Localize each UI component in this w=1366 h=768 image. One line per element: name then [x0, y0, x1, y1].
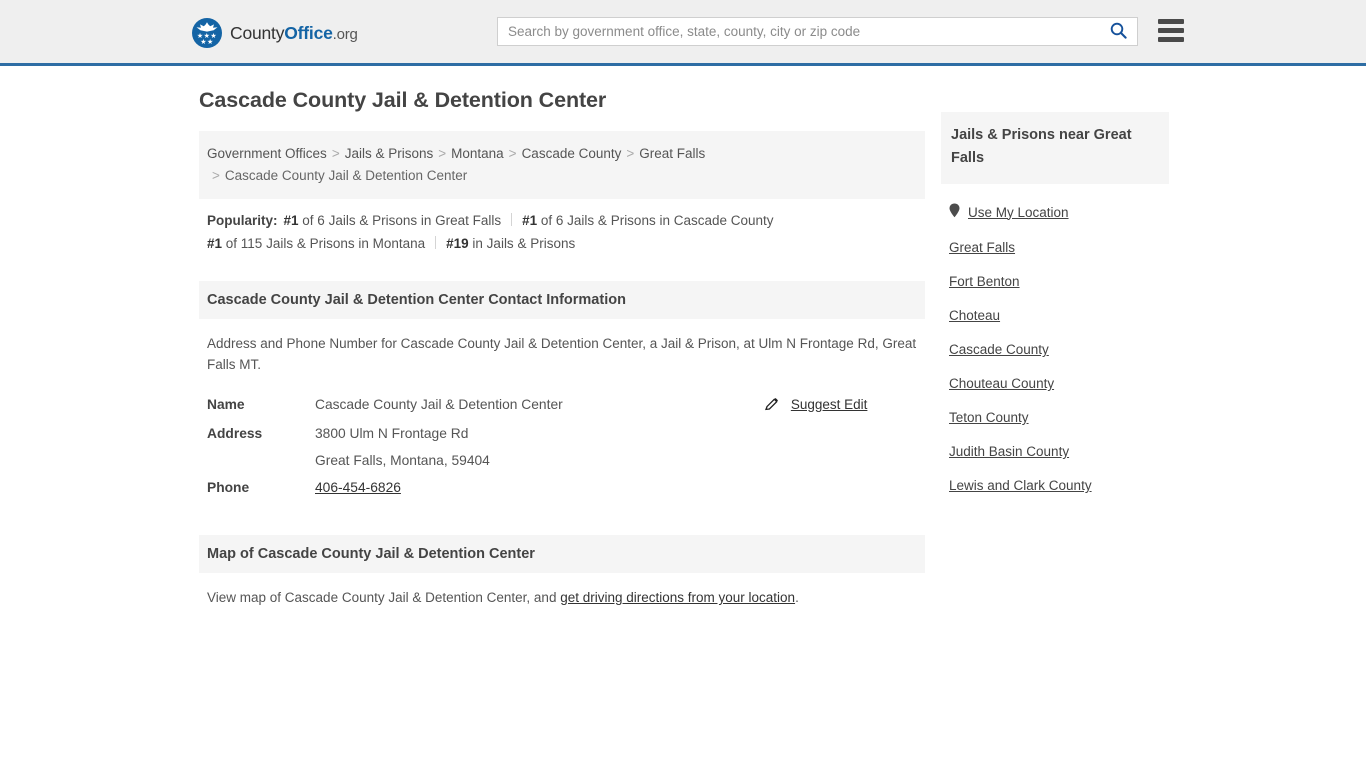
breadcrumb-item-0[interactable]: Government Offices	[207, 146, 327, 161]
use-my-location-row[interactable]: Use My Location	[949, 203, 1159, 222]
detail-value-address-line1: 3800 Ulm N Frontage Rd	[315, 426, 469, 441]
popularity-rank-1: #1	[522, 213, 538, 228]
search-button[interactable]	[1099, 18, 1137, 45]
hamburger-bar-2	[1158, 28, 1184, 33]
map-description: View map of Cascade County Jail & Detent…	[199, 573, 925, 618]
detail-label-phone: Phone	[207, 480, 250, 495]
popularity-item-0: #1 of 6 Jails & Prisons in Great Falls	[284, 213, 502, 228]
contact-description: Address and Phone Number for Cascade Cou…	[207, 336, 917, 372]
search-icon	[1110, 22, 1127, 42]
empty-cell	[765, 420, 925, 447]
breadcrumb-separator: >	[438, 146, 447, 161]
page-title: Cascade County Jail & Detention Center	[199, 88, 607, 112]
sidebar-item-cascade-county[interactable]: Cascade County	[949, 342, 1049, 357]
breadcrumb-separator: >	[212, 168, 220, 183]
breadcrumb-item-1[interactable]: Jails & Prisons	[345, 146, 434, 161]
sidebar-heading: Jails & Prisons near Great Falls	[941, 112, 1169, 184]
detail-value-phone: 406-454-6826	[307, 474, 765, 501]
popularity-rank-0: #1	[283, 213, 299, 228]
popularity-text-2: of 115 Jails & Prisons in Montana	[222, 236, 426, 251]
list-item: Use My Location	[941, 194, 1169, 231]
detail-label-address: Address	[207, 426, 263, 441]
popularity-rank-2: #1	[207, 236, 223, 251]
detail-label-name: Name	[207, 397, 245, 412]
popularity-label: Popularity:	[207, 213, 278, 228]
suggest-edit-cell: Suggest Edit	[765, 391, 925, 420]
list-item: Teton County	[941, 401, 1169, 435]
detail-label-empty	[199, 447, 307, 474]
table-row: Address 3800 Ulm N Frontage Rd	[199, 420, 925, 447]
popularity-text-0: of 6 Jails & Prisons in Great Falls	[298, 213, 502, 228]
breadcrumb-item-2[interactable]: Montana	[451, 146, 504, 161]
logo-text-county: County	[230, 22, 285, 43]
breadcrumb-item-4[interactable]: Great Falls	[639, 146, 705, 161]
list-item: Fort Benton	[941, 265, 1169, 299]
hamburger-menu-icon[interactable]	[1158, 19, 1184, 42]
page-body: Cascade County Jail & Detention Center G…	[0, 66, 1366, 605]
hamburger-bar-1	[1158, 19, 1184, 24]
list-item: Chouteau County	[941, 367, 1169, 401]
contact-details-table: Name Cascade County Jail & Detention Cen…	[199, 391, 925, 501]
site-header: ★★★ ★★ CountyOffice.org	[0, 0, 1366, 66]
popularity-rank-3: #19	[446, 236, 469, 251]
map-pin-icon	[949, 203, 960, 222]
map-description-prefix: View map of Cascade County Jail & Detent…	[207, 590, 561, 605]
contact-section-heading: Cascade County Jail & Detention Center C…	[199, 281, 925, 319]
list-item: Choteau	[941, 299, 1169, 333]
driving-directions-link[interactable]: get driving directions from your locatio…	[560, 590, 795, 605]
sidebar-item-fort-benton[interactable]: Fort Benton	[949, 274, 1020, 289]
logo-text: CountyOffice.org	[230, 23, 358, 44]
popularity-divider	[511, 213, 513, 226]
site-logo[interactable]: ★★★ ★★ CountyOffice.org	[192, 18, 358, 48]
breadcrumb-separator: >	[508, 146, 517, 161]
suggest-edit-link[interactable]: Suggest Edit	[791, 397, 868, 412]
list-item: Cascade County	[941, 333, 1169, 367]
sidebar-item-lewis-and-clark-county[interactable]: Lewis and Clark County	[949, 478, 1092, 493]
logo-text-office: Office	[284, 22, 333, 43]
sidebar-item-teton-county[interactable]: Teton County	[949, 410, 1029, 425]
popularity-divider	[435, 236, 437, 249]
popularity-text-1: of 6 Jails & Prisons in Cascade County	[537, 213, 774, 228]
sidebar-item-great-falls[interactable]: Great Falls	[949, 240, 1015, 255]
list-item: Lewis and Clark County	[941, 469, 1169, 503]
logo-text-org: .org	[332, 25, 358, 43]
breadcrumb: Government Offices > Jails & Prisons > Monta…	[199, 131, 925, 199]
empty-cell	[765, 474, 925, 501]
sidebar-link-list: Use My Location Great Falls Fort Benton …	[941, 184, 1169, 503]
search-input[interactable]	[498, 18, 1099, 45]
table-row: Name Cascade County Jail & Detention Cen…	[199, 391, 925, 420]
empty-cell	[765, 447, 925, 474]
popularity-item-2: #1 of 115 Jails & Prisons in Montana	[207, 236, 425, 251]
hamburger-bar-3	[1158, 37, 1184, 42]
detail-value-name: Cascade County Jail & Detention Center	[315, 397, 563, 412]
sidebar-item-chouteau-county[interactable]: Chouteau County	[949, 376, 1054, 391]
breadcrumb-current: Cascade County Jail & Detention Center	[224, 168, 468, 183]
sidebar-item-judith-basin-county[interactable]: Judith Basin County	[949, 444, 1069, 459]
use-my-location-link[interactable]: Use My Location	[968, 205, 1069, 221]
phone-link[interactable]: 406-454-6826	[315, 480, 401, 495]
detail-value-address-line2: Great Falls, Montana, 59404	[315, 453, 490, 468]
search-bar[interactable]	[497, 17, 1138, 46]
eagle-seal-icon: ★★★ ★★	[192, 18, 222, 48]
sidebar: Jails & Prisons near Great Falls Use My …	[941, 112, 1169, 503]
map-section-heading: Map of Cascade County Jail & Detention C…	[199, 535, 925, 573]
breadcrumb-separator: >	[626, 146, 635, 161]
stars-glyph: ★★★ ★★	[196, 33, 218, 46]
popularity-item-1: #1 of 6 Jails & Prisons in Cascade Count…	[522, 213, 773, 228]
map-description-suffix: .	[795, 590, 799, 605]
popularity-item-3: #19 in Jails & Prisons	[446, 236, 575, 251]
table-row: Phone 406-454-6826	[199, 474, 925, 501]
breadcrumb-separator: >	[331, 146, 340, 161]
sidebar-item-choteau[interactable]: Choteau	[949, 308, 1000, 323]
edit-pencil-icon	[765, 397, 779, 414]
list-item: Judith Basin County	[941, 435, 1169, 469]
breadcrumb-item-3[interactable]: Cascade County	[522, 146, 622, 161]
popularity-text-3: in Jails & Prisons	[468, 236, 576, 251]
list-item: Great Falls	[941, 231, 1169, 265]
main-column: Cascade County Jail & Detention Center G…	[199, 88, 925, 618]
table-row: Great Falls, Montana, 59404	[199, 447, 925, 474]
popularity-section: Popularity: #1 of 6 Jails & Prisons in Gr…	[199, 199, 925, 263]
